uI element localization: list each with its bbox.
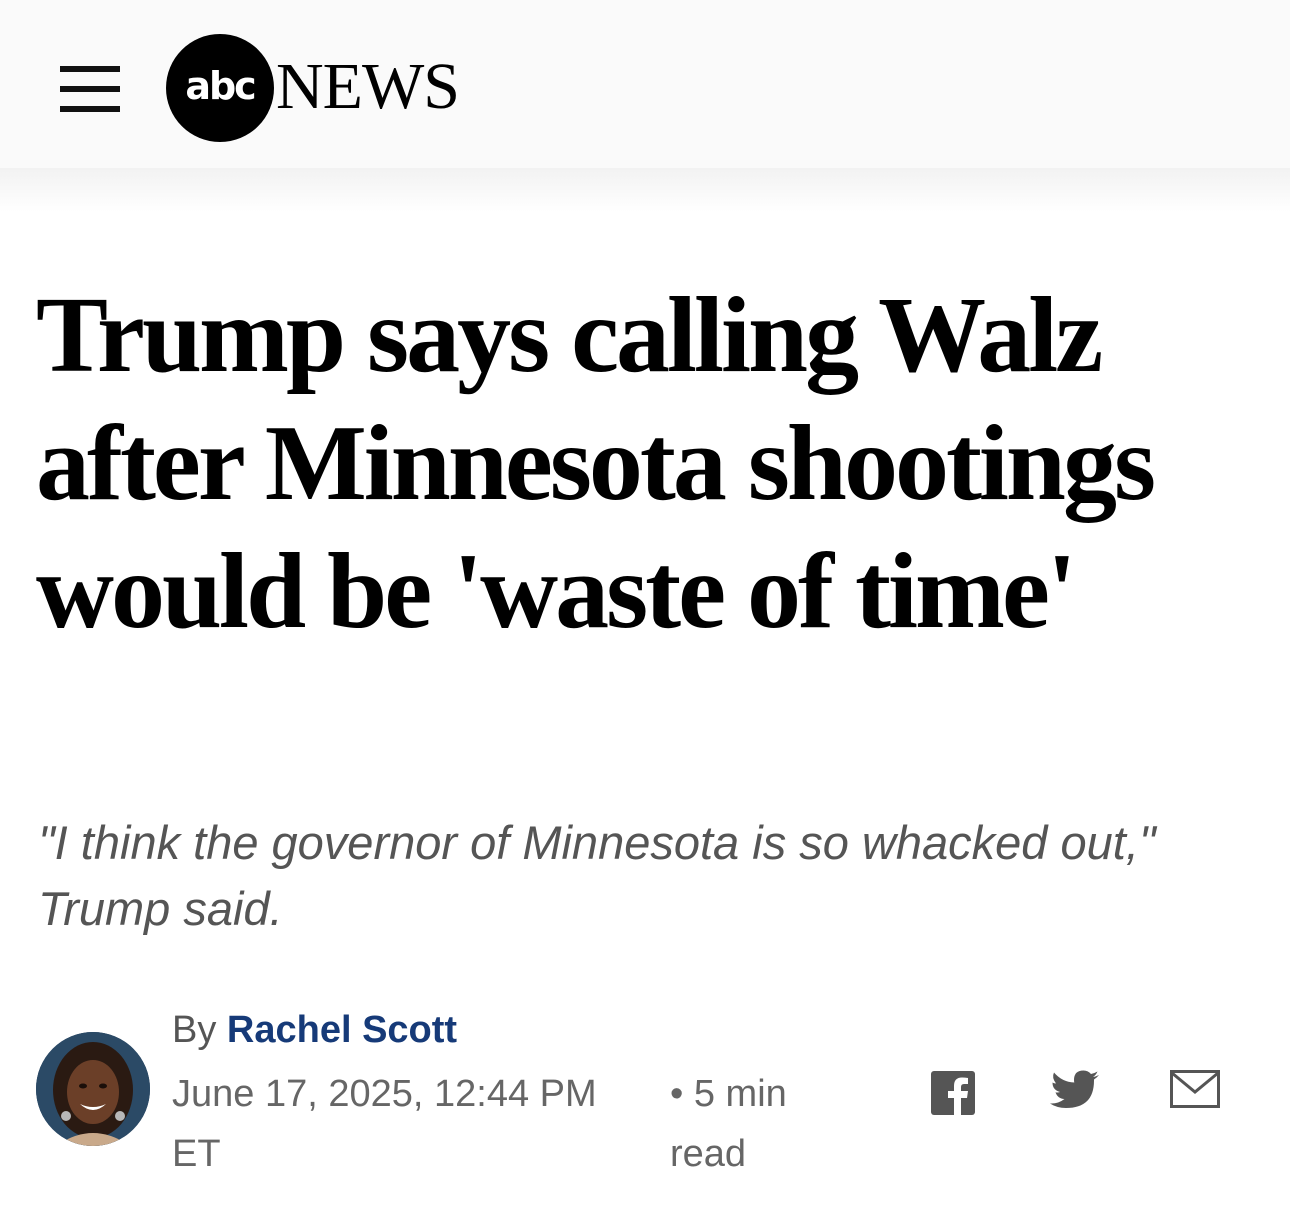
read-time: • 5 min read xyxy=(670,1073,787,1175)
byline-prefix: By xyxy=(172,1009,227,1051)
author-avatar[interactable] xyxy=(36,1032,150,1146)
site-header: abc NEWS xyxy=(0,0,1290,168)
article-headline: Trump says calling Walz after Minnesota … xyxy=(36,276,1156,651)
abc-news-logo[interactable]: abc NEWS xyxy=(166,34,496,144)
facebook-share-button[interactable] xyxy=(930,1070,976,1116)
facebook-icon xyxy=(931,1071,975,1116)
menu-button[interactable] xyxy=(58,66,122,112)
logo-abc-text: abc xyxy=(185,64,256,108)
author-link[interactable]: Rachel Scott xyxy=(227,1009,457,1051)
header-shadow xyxy=(0,168,1290,212)
logo-news-text: NEWS xyxy=(276,50,460,123)
author-photo xyxy=(36,1032,150,1146)
hamburger-line xyxy=(60,86,120,92)
byline: By Rachel Scott xyxy=(172,1004,872,1056)
twitter-share-button[interactable] xyxy=(1050,1070,1100,1112)
twitter-icon xyxy=(1050,1070,1099,1108)
email-share-button[interactable] xyxy=(1170,1070,1220,1108)
email-icon xyxy=(1170,1070,1220,1108)
article-subheadline: "I think the governor of Minnesota is so… xyxy=(38,816,1156,935)
publish-timestamp: June 17, 2025, 12:44 PM ET xyxy=(172,1073,597,1175)
hamburger-line xyxy=(60,106,120,112)
hamburger-line xyxy=(60,66,120,72)
